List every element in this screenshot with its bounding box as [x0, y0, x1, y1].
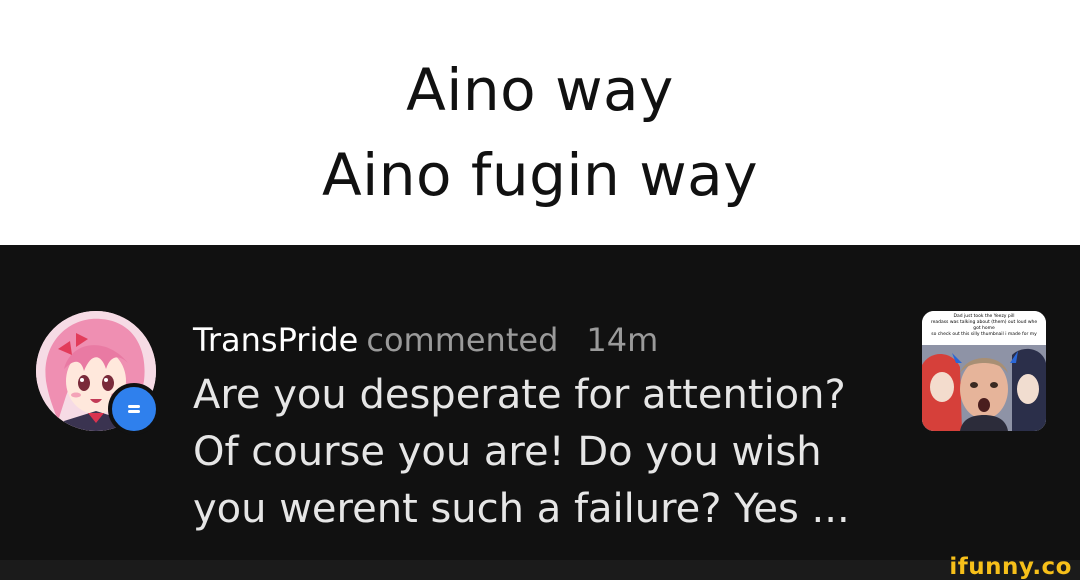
post-thumbnail[interactable]: Dad just took the Yeezy pill readass was… [922, 311, 1046, 431]
user-avatar-container[interactable] [36, 311, 160, 435]
comment-body[interactable]: Are you desperate for attention? Of cour… [193, 367, 893, 538]
thumbnail-caption: Dad just took the Yeezy pill readass was… [922, 311, 1046, 345]
username[interactable]: TransPride [193, 321, 358, 359]
notification-meta: TransPride commented 14m [193, 317, 893, 363]
caption-line-2: Aino fugin way [321, 141, 759, 209]
caption-line-1: Aino way [406, 56, 674, 124]
bottom-strip [0, 560, 1080, 580]
comment-notification[interactable]: TransPride commented 14m Are you desperate… [0, 245, 1080, 560]
action-label: commented [366, 321, 559, 359]
ifunny-watermark: ifunny.co [949, 554, 1072, 580]
thumbnail-image [922, 345, 1046, 431]
timestamp: 14m [586, 321, 659, 359]
chat-bubble-glyph [121, 399, 147, 422]
thumbnail-illustration [922, 345, 1046, 431]
meme-caption: Aino way Aino fugin way [0, 0, 1080, 245]
notification-text[interactable]: TransPride commented 14m Are you desperate… [193, 317, 893, 538]
chat-bubble-icon [108, 383, 160, 435]
thumbnail-caption-line: so check out this silly thumbnail i made… [931, 332, 1037, 337]
meme-page: Aino way Aino fugin way TransPride comme… [0, 0, 1080, 580]
